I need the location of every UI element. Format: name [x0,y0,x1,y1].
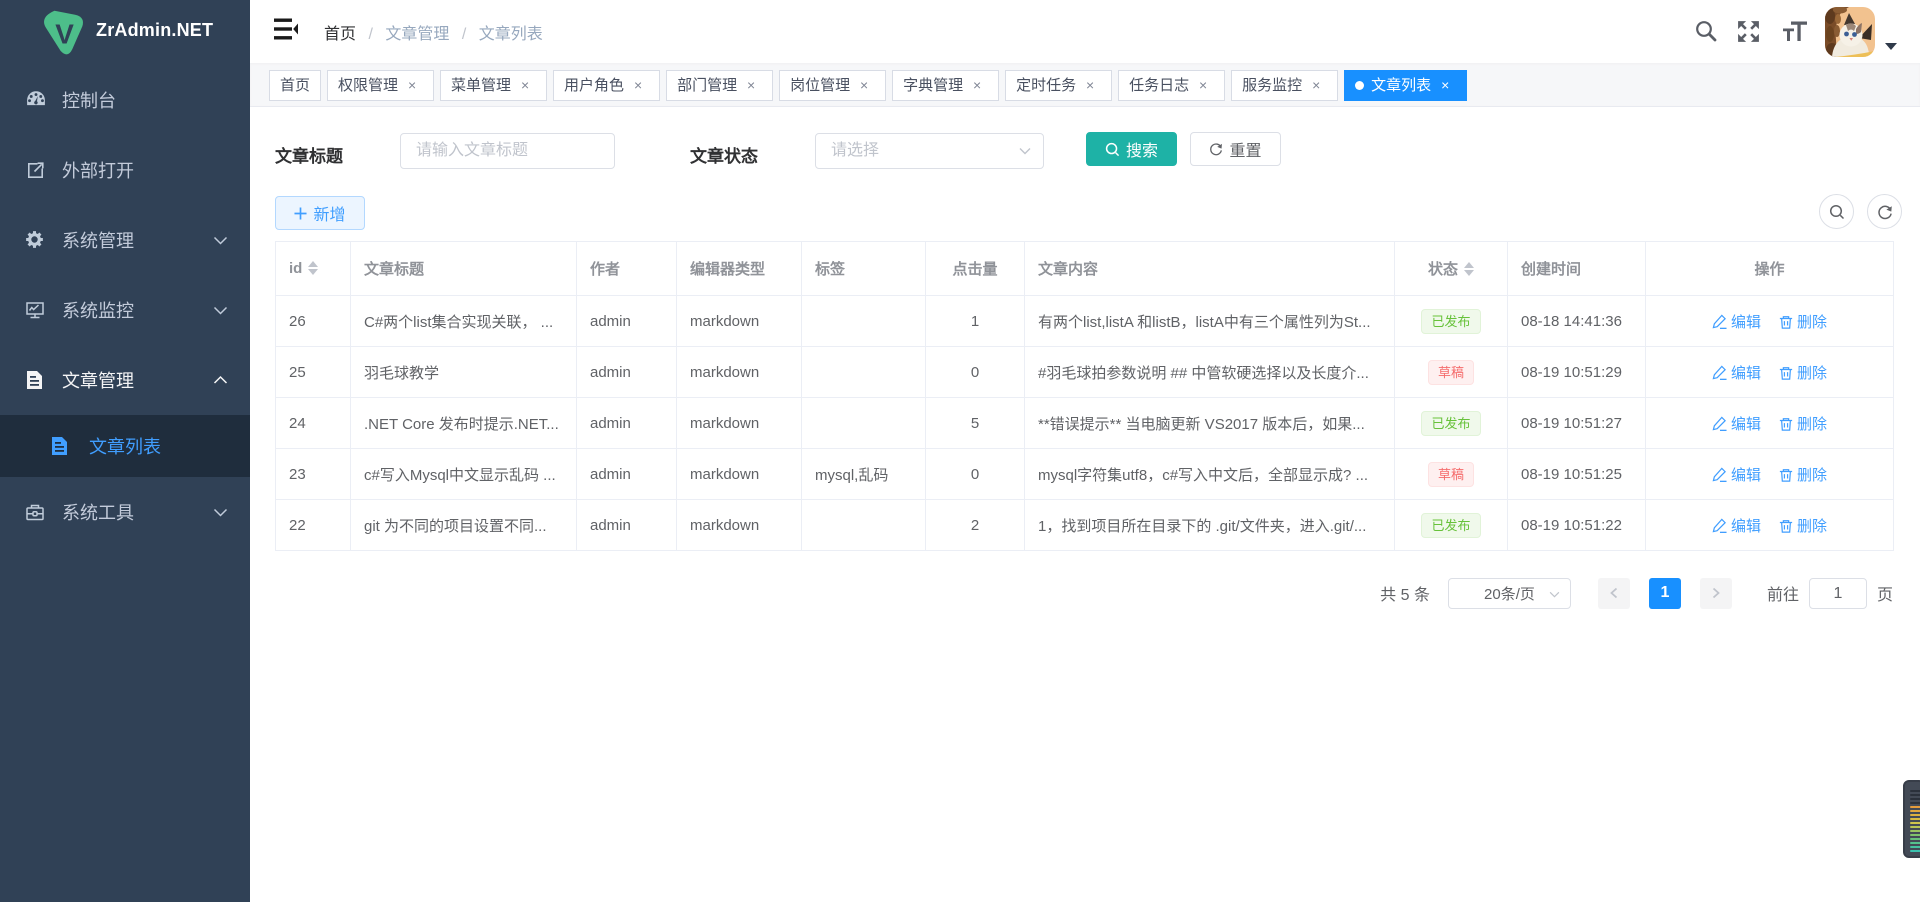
svg-text:V: V [55,19,74,50]
